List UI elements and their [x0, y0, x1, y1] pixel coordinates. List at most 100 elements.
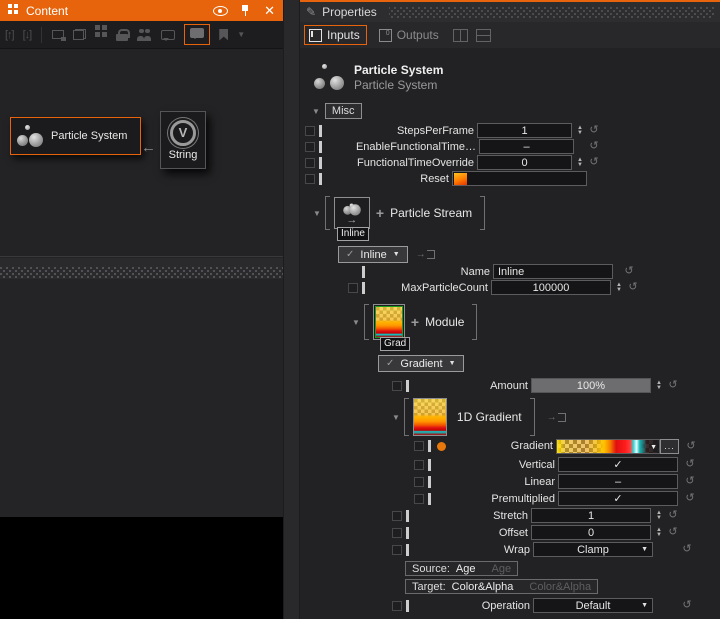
revert-icon[interactable]: ↺ — [667, 527, 679, 538]
category-label[interactable]: Misc — [325, 103, 362, 119]
toolbar-dropdown-icon[interactable]: ▼ — [237, 30, 245, 39]
split-horizontal-icon[interactable] — [476, 29, 491, 42]
collapse-icon[interactable]: ▼ — [312, 107, 320, 116]
visibility-eye-icon[interactable] — [213, 6, 228, 16]
publish-checkbox[interactable] — [414, 477, 424, 487]
pin-indicator[interactable] — [319, 125, 322, 137]
publish-checkbox[interactable] — [392, 601, 402, 611]
revert-icon[interactable]: ↺ — [667, 380, 679, 391]
node-particle-system[interactable]: Particle System — [10, 117, 141, 155]
pin-indicator[interactable] — [319, 157, 322, 169]
pin-indicator[interactable] — [406, 600, 409, 612]
publish-checkbox[interactable] — [392, 511, 402, 521]
particle-stream-thumbnail[interactable]: → — [334, 197, 370, 229]
lock-icon[interactable] — [116, 29, 128, 41]
users-icon[interactable] — [137, 29, 152, 41]
premultiplied-toggle[interactable]: ✓ — [558, 491, 678, 506]
titlebar-grip[interactable] — [389, 7, 714, 18]
export-patch-icon[interactable]: [↑] — [5, 29, 14, 41]
gradient-editor-button[interactable]: ... — [660, 439, 679, 454]
pin-indicator[interactable] — [319, 173, 322, 185]
splitter-grip[interactable] — [0, 266, 283, 279]
comment-outline-icon[interactable] — [161, 30, 175, 40]
connect-icon[interactable]: → — [547, 413, 566, 422]
publish-checkbox[interactable] — [305, 126, 315, 136]
pin-indicator[interactable] — [428, 476, 431, 488]
pin-indicator[interactable] — [428, 459, 431, 471]
revert-icon[interactable]: ↺ — [681, 600, 693, 611]
publish-checkbox[interactable] — [348, 283, 358, 293]
revert-icon[interactable]: ↺ — [684, 476, 696, 487]
publish-checkbox[interactable] — [392, 545, 402, 555]
linear-toggle[interactable]: – — [558, 474, 678, 489]
pin-indicator[interactable] — [406, 510, 409, 522]
collapse-icon[interactable]: ▼ — [352, 318, 360, 327]
publish-checkbox[interactable] — [414, 441, 424, 451]
spinner-icon[interactable]: ▲▼ — [574, 126, 586, 135]
revert-icon[interactable]: ↺ — [623, 266, 635, 277]
properties-titlebar[interactable]: ✎ Properties — [300, 2, 720, 22]
1d-gradient-thumbnail[interactable] — [413, 398, 447, 436]
pin-panel-icon[interactable] — [240, 5, 250, 16]
spinner-icon[interactable]: ▲▼ — [653, 528, 665, 537]
publish-checkbox[interactable] — [392, 381, 402, 391]
gradient-bar-field[interactable]: ▼ — [556, 439, 660, 454]
content-titlebar[interactable]: Content ✕ — [0, 0, 283, 21]
publish-checkbox[interactable] — [305, 158, 315, 168]
connect-icon[interactable]: → — [416, 250, 435, 259]
source-value[interactable]: Age — [456, 563, 476, 575]
name-field[interactable]: Inline — [493, 264, 613, 279]
revert-icon[interactable]: ↺ — [667, 510, 679, 521]
wrap-dropdown[interactable]: Clamp▼ — [533, 542, 653, 557]
pin-indicator[interactable] — [362, 282, 365, 294]
pin-indicator[interactable] — [406, 544, 409, 556]
gradient-module-thumbnail[interactable] — [373, 304, 405, 340]
publish-checkbox[interactable] — [305, 174, 315, 184]
import-patch-icon[interactable]: [↓] — [23, 29, 32, 41]
plus-icon[interactable]: + — [376, 205, 384, 221]
stretch-field[interactable]: 1 — [531, 508, 651, 523]
snapshot-icon[interactable] — [52, 30, 64, 39]
vertical-toggle[interactable]: ✓ — [558, 457, 678, 472]
layers-icon[interactable] — [73, 29, 86, 40]
spinner-icon[interactable]: ▲▼ — [613, 283, 625, 292]
plus-icon[interactable]: + — [411, 314, 419, 330]
revert-icon[interactable]: ↺ — [627, 282, 639, 293]
pin-indicator[interactable] — [428, 493, 431, 505]
inline-dropdown[interactable]: ✓ Inline ▼ — [338, 246, 408, 263]
enablefunctionaltime-field[interactable]: – — [479, 139, 574, 154]
target-value[interactable]: Color&Alpha — [452, 581, 514, 593]
amount-slider[interactable]: 100% — [531, 378, 651, 393]
revert-icon[interactable]: ↺ — [684, 493, 696, 504]
revert-icon[interactable]: ↺ — [685, 441, 697, 452]
revert-icon[interactable]: ↺ — [588, 157, 600, 168]
collapse-icon[interactable]: ▼ — [392, 413, 400, 422]
gradient-dropdown[interactable]: ✓ Gradient ▼ — [378, 355, 464, 372]
spinner-icon[interactable]: ▲▼ — [653, 511, 665, 520]
pin-indicator[interactable] — [319, 141, 322, 153]
operation-dropdown[interactable]: Default▼ — [533, 598, 653, 613]
bang-button[interactable] — [454, 173, 467, 185]
revert-icon[interactable]: ↺ — [588, 141, 600, 152]
collapse-icon[interactable]: ▼ — [313, 209, 321, 218]
publish-checkbox[interactable] — [414, 494, 424, 504]
pin-indicator[interactable] — [428, 440, 431, 452]
node-canvas[interactable]: Particle System ← V String — [0, 49, 283, 257]
publish-checkbox[interactable] — [392, 528, 402, 538]
stepsperframe-field[interactable]: 1 — [477, 123, 572, 138]
grid-view-icon[interactable] — [95, 25, 100, 30]
revert-icon[interactable]: ↺ — [681, 544, 693, 555]
tab-outputs[interactable]: 0 Outputs — [375, 26, 445, 44]
bookmark-icon[interactable] — [219, 29, 228, 41]
spinner-icon[interactable]: ▲▼ — [574, 158, 586, 167]
reset-bang-field[interactable] — [452, 171, 587, 186]
comment-filled-selected[interactable] — [184, 24, 210, 45]
split-vertical-icon[interactable] — [453, 29, 468, 42]
publish-checkbox[interactable] — [414, 460, 424, 470]
close-icon[interactable]: ✕ — [262, 4, 277, 17]
pin-indicator[interactable] — [406, 380, 409, 392]
revert-icon[interactable]: ↺ — [684, 459, 696, 470]
tab-inputs[interactable]: Inputs — [304, 25, 367, 45]
pin-indicator[interactable] — [362, 266, 365, 278]
vertical-splitter[interactable] — [283, 0, 300, 619]
